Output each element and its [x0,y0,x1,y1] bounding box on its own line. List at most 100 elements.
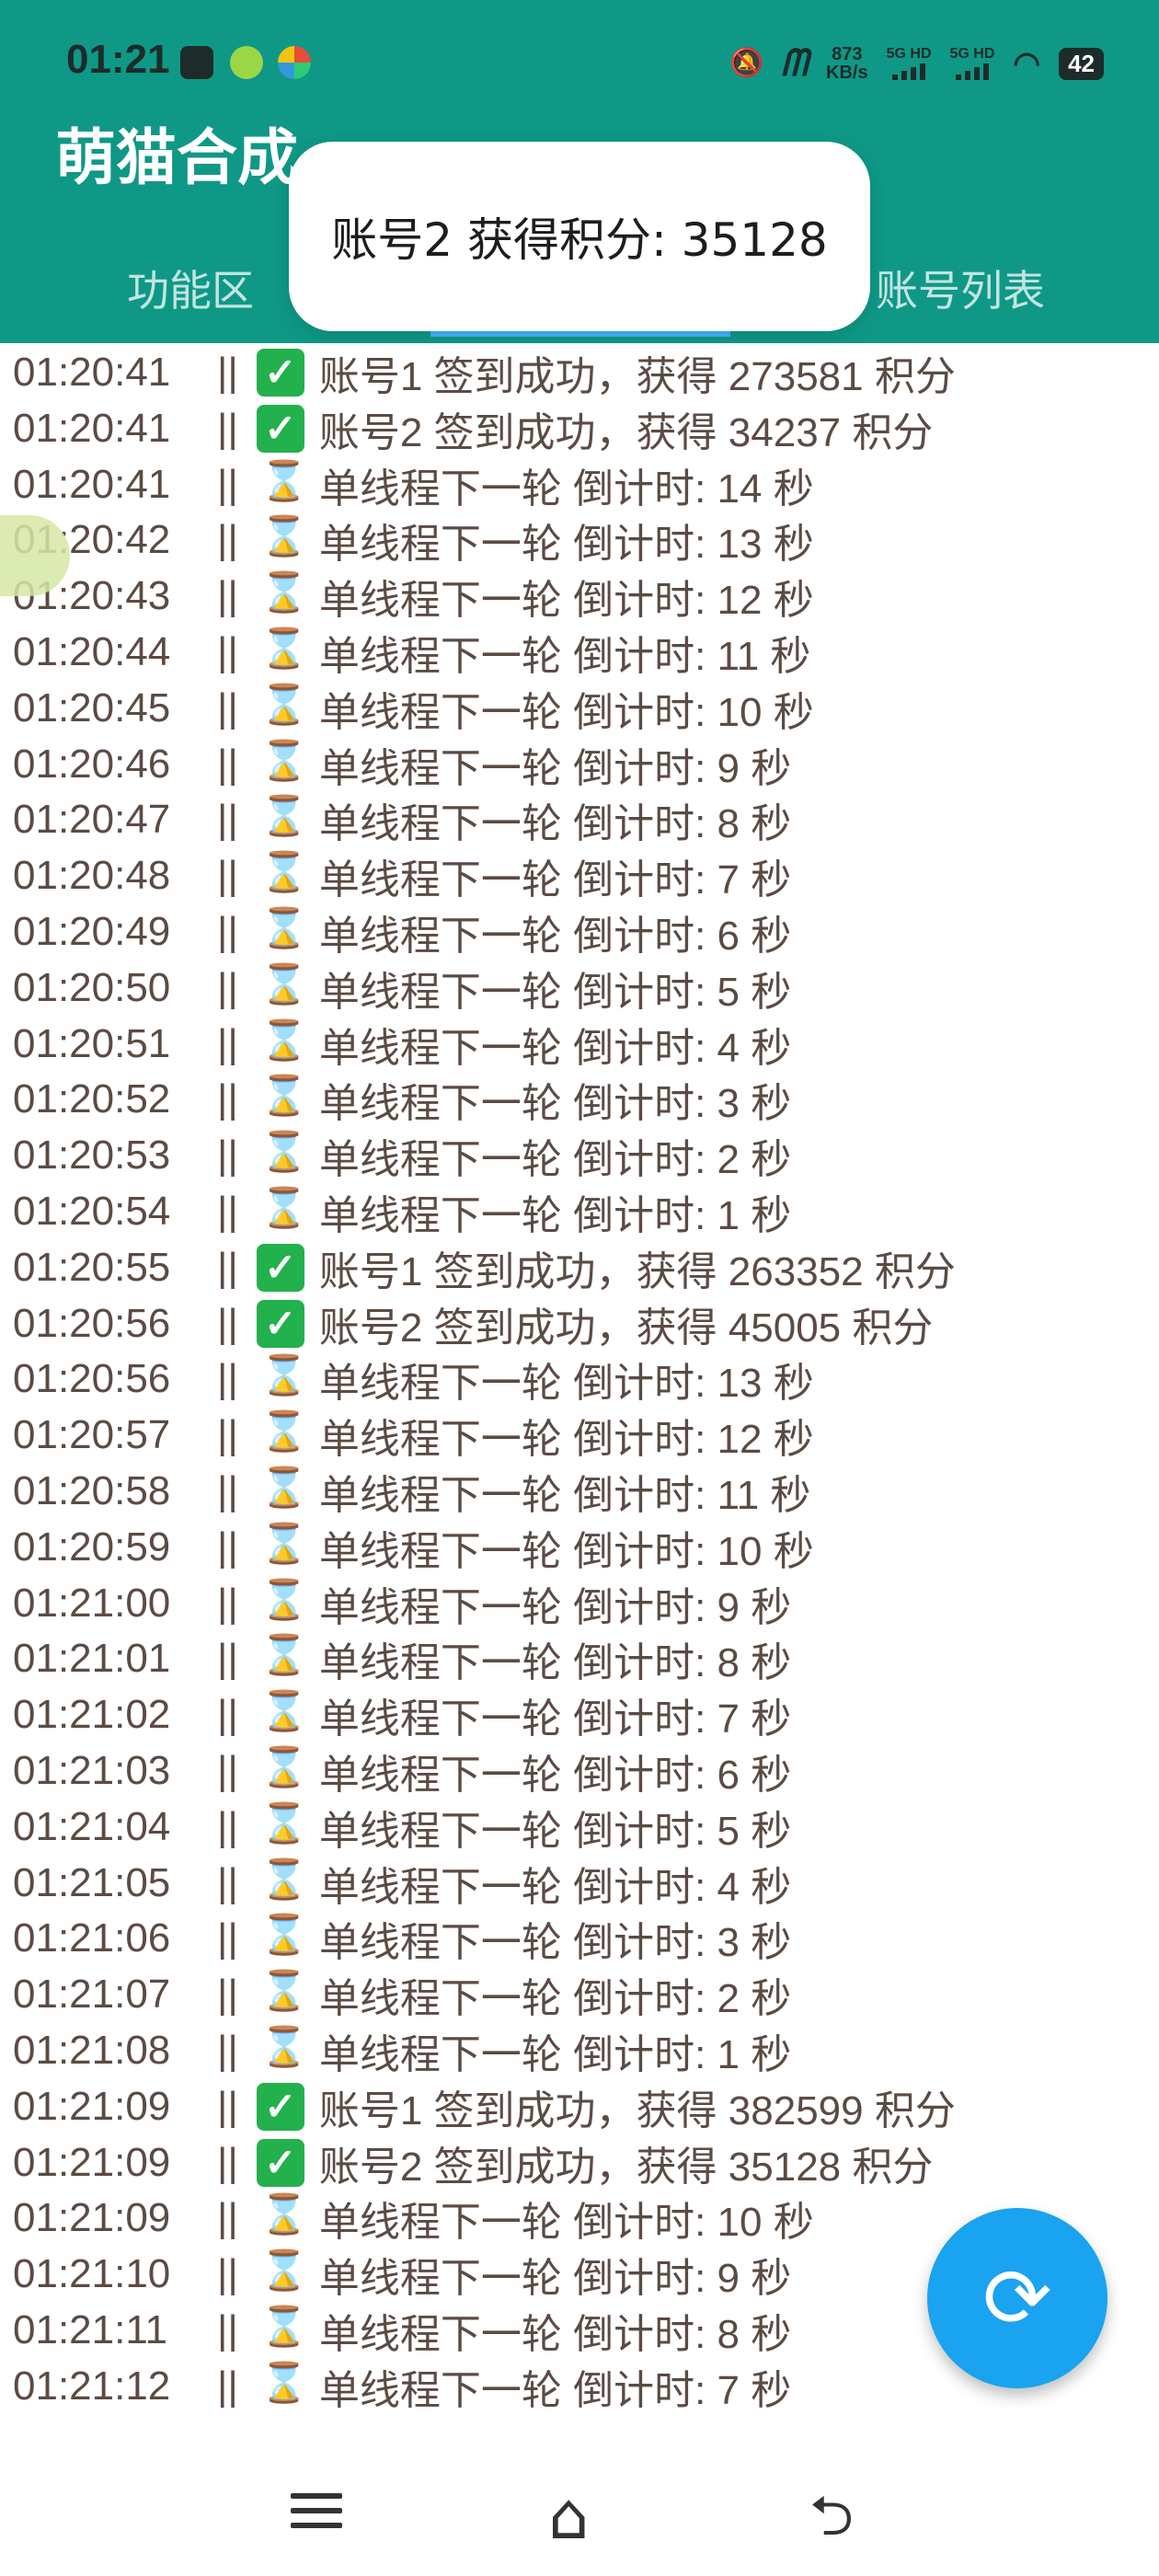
log-time: 01:21:04 [13,1803,171,1849]
log-row: 01:20:41 || ✓ 账号2 签到成功，获得 34237 积分 [13,401,933,456]
log-message: 单线程下一轮 倒计时: 5 秒 [318,969,792,1015]
hourglass-icon [257,1353,308,1403]
log-message: 单线程下一轮 倒计时: 10 秒 [318,2200,814,2246]
log-message: 单线程下一轮 倒计时: 11 秒 [318,1473,811,1518]
log-time: 01:20:56 [13,1356,171,1402]
nav-home-button[interactable]: ⌂ [548,2484,622,2548]
refresh-button[interactable]: ⟳ [927,2208,1107,2388]
log-message: 单线程下一轮 倒计时: 11 秒 [318,634,811,679]
log-time: 01:20:58 [13,1468,171,1513]
hourglass-icon [257,739,308,788]
log-time: 01:20:57 [13,1412,171,1458]
hourglass-icon [257,1633,308,1683]
log-time: 01:20:59 [13,1524,171,1570]
log-time: 01:20:47 [13,797,171,843]
log-row: 01:21:12 || 单线程下一轮 倒计时: 7 秒 [13,2359,791,2413]
log-separator: || [217,1692,238,1738]
nav-menu-button[interactable] [291,2484,364,2548]
log-message: 单线程下一轮 倒计时: 2 秒 [318,1137,792,1183]
log-separator: || [217,2363,238,2409]
hourglass-icon [257,1130,308,1179]
log-time: 01:20:55 [13,1244,171,1290]
log-separator: || [217,2307,238,2352]
log-time: 01:21:07 [13,1972,171,2018]
log-row: 01:20:51 || 单线程下一轮 倒计时: 4 秒 [13,1017,791,1072]
log-message: 单线程下一轮 倒计时: 8 秒 [318,801,792,847]
log-row: 01:20:41 || ✓ 账号1 签到成功，获得 273581 积分 [13,345,956,400]
log-time: 01:20:48 [13,853,171,899]
speed-unit: KB/s [826,63,868,83]
status-right: ᗰ 873 KB/s 5G HD 5G HD ◠ 42 [729,33,1104,94]
tab-accounts[interactable]: 账号列表 [876,258,1045,318]
speed-value: 873 [832,44,863,64]
log-separator: || [217,1189,238,1234]
hourglass-icon [257,1969,308,2018]
log-message: 单线程下一轮 倒计时: 6 秒 [318,914,792,959]
signal-sim2-icon: 5G HD [950,47,994,80]
log-separator: || [217,517,238,563]
log-separator: || [217,1356,238,1402]
log-separator: || [217,1133,238,1179]
log-time: 01:20:41 [13,461,171,507]
log-row: 01:21:03 || 单线程下一轮 倒计时: 6 秒 [13,1743,791,1799]
check-icon: ✓ [256,2082,304,2131]
log-separator: || [217,1636,238,1682]
log-row: 01:20:56 || ✓ 账号2 签到成功，获得 45005 积分 [13,1296,933,1351]
log-row: 01:20:56 || 单线程下一轮 倒计时: 13 秒 [13,1351,814,1407]
network-logo-icon: ᗰ [781,42,809,84]
log-separator: || [217,741,238,787]
nav-back-button[interactable]: ⮌ [809,2484,883,2548]
log-message: 单线程下一轮 倒计时: 14 秒 [318,466,814,512]
hourglass-icon [257,514,308,564]
hourglass-icon [257,570,308,620]
log-separator: || [217,461,238,507]
log-row: 01:20:53 || 单线程下一轮 倒计时: 2 秒 [13,1128,791,1183]
hourglass-icon [257,1689,308,1739]
log-time: 01:21:03 [13,1748,171,1793]
log-time: 01:21:08 [13,2028,171,2073]
log-row: 01:21:06 || 单线程下一轮 倒计时: 3 秒 [13,1911,791,1966]
status-time: 01:21 [66,37,170,82]
status-bar: 01:21 ᗰ 873 KB/s 5G HD 5G HD ◠ 42 [0,33,1159,94]
log-message: 单线程下一轮 倒计时: 4 秒 [318,1864,792,1910]
log-row: 01:20:58 || 单线程下一轮 倒计时: 11 秒 [13,1464,810,1519]
log-separator: || [217,2083,238,2129]
log-time: 01:21:02 [13,1692,171,1738]
log-time: 01:21:00 [13,1580,171,1626]
signal-sim1-icon: 5G HD [887,47,932,80]
log-message: 单线程下一轮 倒计时: 13 秒 [318,522,814,568]
log-message: 单线程下一轮 倒计时: 13 秒 [318,1361,814,1407]
log-message: 单线程下一轮 倒计时: 1 秒 [318,1193,792,1238]
log-separator: || [217,853,238,899]
check-icon: ✓ [256,2138,304,2187]
log-time: 01:21:09 [13,2195,171,2241]
tab-function[interactable]: 功能区 [127,258,254,318]
hourglass-icon [257,1409,308,1459]
log-time: 01:21:11 [13,2307,168,2352]
mute-icon [729,47,763,80]
log-list[interactable]: 01:20:41 || ✓ 账号1 签到成功，获得 273581 积分 01:20:41… [0,343,1159,2413]
log-separator: || [217,1859,238,1905]
hourglass-icon [257,2192,308,2242]
log-separator: || [217,1972,238,2018]
log-message: 账号1 签到成功，获得 273581 积分 [318,354,956,399]
log-message: 账号1 签到成功，获得 263352 积分 [318,1248,956,1294]
log-row: 01:20:46 || 单线程下一轮 倒计时: 9 秒 [13,737,791,792]
log-message: 单线程下一轮 倒计时: 9 秒 [318,1584,792,1630]
log-row: 01:21:02 || 单线程下一轮 倒计时: 7 秒 [13,1687,791,1742]
log-separator: || [217,1244,238,1290]
log-separator: || [217,573,238,619]
log-message: 单线程下一轮 倒计时: 12 秒 [318,1417,814,1463]
log-separator: || [217,797,238,843]
sim1-label: 5G HD [886,46,932,62]
log-message: 单线程下一轮 倒计时: 6 秒 [318,1753,792,1798]
log-time: 01:20:52 [13,1076,171,1122]
hourglass-icon [257,1913,308,1962]
check-icon: ✓ [256,1243,304,1292]
log-message: 单线程下一轮 倒计时: 7 秒 [318,2367,792,2413]
log-message: 账号2 签到成功，获得 34237 积分 [318,409,934,455]
log-message: 单线程下一轮 倒计时: 5 秒 [318,1808,792,1854]
log-time: 01:21:10 [13,2251,171,2297]
log-separator: || [217,2251,238,2297]
log-separator: || [217,684,238,730]
